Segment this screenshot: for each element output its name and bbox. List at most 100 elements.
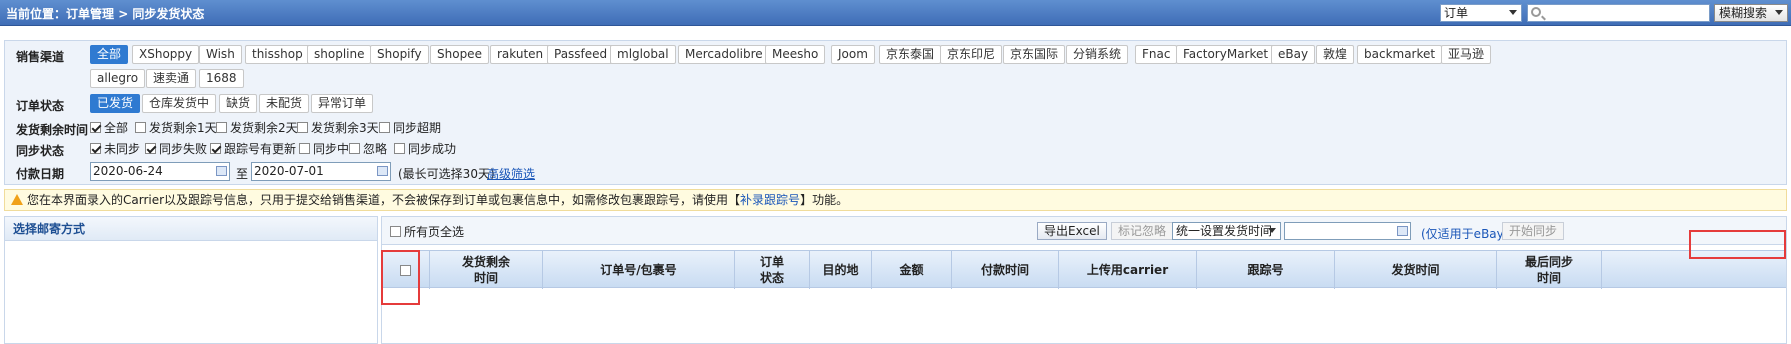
status-chip[interactable]: 未配货 bbox=[259, 94, 310, 113]
channel-chip[interactable]: 1688 bbox=[199, 69, 244, 88]
sync-checkbox[interactable]: 未同步 bbox=[90, 142, 140, 156]
filter-panel: 销售渠道 全部 XShoppy Wish thisshop shopline S… bbox=[4, 40, 1787, 185]
export-excel-button[interactable]: 导出Excel bbox=[1037, 222, 1107, 240]
status-label: 订单状态 bbox=[16, 99, 65, 113]
remaining-option-label: 发货剩余2天 bbox=[230, 121, 298, 135]
channel-chip[interactable]: allegro bbox=[90, 69, 146, 88]
calendar-icon bbox=[377, 166, 388, 176]
checkbox-checked-icon bbox=[90, 143, 101, 154]
remaining-checkbox[interactable]: 同步超期 bbox=[379, 121, 441, 135]
remaining-checkbox[interactable]: 发货剩余2天 bbox=[216, 121, 298, 135]
channel-chip[interactable]: Joom bbox=[831, 45, 875, 64]
sync-checkbox[interactable]: 同步失败 bbox=[145, 142, 207, 156]
sync-checkbox[interactable]: 跟踪号有更新 bbox=[210, 142, 296, 156]
channel-chip[interactable]: 京东印尼 bbox=[940, 45, 1003, 64]
highlight-select-all-box bbox=[381, 250, 420, 305]
fuzzy-search-select[interactable]: 模糊搜索 bbox=[1714, 4, 1788, 22]
breadcrumb-path: 订单管理 > 同步发货状态 bbox=[66, 7, 205, 21]
shipping-method-panel: 选择邮寄方式 bbox=[4, 216, 378, 344]
sync-option-label: 同步失败 bbox=[159, 142, 208, 156]
date-to-value: 2020-07-01 bbox=[254, 164, 324, 178]
channel-chip[interactable]: XShoppy bbox=[132, 45, 200, 64]
date-to-input[interactable]: 2020-07-01 bbox=[251, 162, 391, 181]
channel-chip[interactable]: Fnac bbox=[1135, 45, 1178, 64]
date-hint: (最长可选择30天) bbox=[398, 167, 495, 181]
channel-chip[interactable]: shopline bbox=[307, 45, 372, 64]
channel-chip[interactable]: backmarket bbox=[1357, 45, 1443, 64]
column-header: 最后同步 时间 bbox=[1497, 251, 1602, 289]
remaining-option-label: 同步超期 bbox=[393, 121, 442, 135]
channel-chip[interactable]: 亚马逊 bbox=[1441, 45, 1492, 64]
calendar-icon bbox=[1397, 226, 1408, 236]
table-header: 发货剩余 时间 订单号/包裹号 订单 状态 目的地 金额 付款时间 上传用car… bbox=[382, 250, 1786, 289]
mark-ignore-button[interactable]: 标记忽略 bbox=[1111, 222, 1174, 240]
supplement-tracking-link[interactable]: 补录跟踪号 bbox=[740, 193, 800, 207]
shipping-method-title: 选择邮寄方式 bbox=[5, 217, 377, 241]
date-from-input[interactable]: 2020-06-24 bbox=[90, 162, 230, 181]
date-to-label: 至 bbox=[236, 167, 249, 181]
checkbox-icon bbox=[216, 122, 227, 133]
date-from-value: 2020-06-24 bbox=[93, 164, 163, 178]
channel-chip[interactable]: eBay bbox=[1271, 45, 1316, 64]
chevron-down-icon bbox=[1268, 228, 1276, 233]
channel-chip[interactable]: 京东泰国 bbox=[879, 45, 942, 64]
channel-chip[interactable]: 分销系统 bbox=[1066, 45, 1129, 64]
channel-chip[interactable]: Shopee bbox=[430, 45, 489, 64]
checkbox-icon bbox=[297, 122, 308, 133]
search-type-value: 订单 bbox=[1444, 6, 1469, 20]
top-bar: 当前位置：订单管理 > 同步发货状态 订单 模糊搜索 bbox=[0, 0, 1791, 26]
sync-option-label: 同步成功 bbox=[408, 142, 457, 156]
sync-checkbox[interactable]: 忽略 bbox=[349, 142, 387, 156]
ebay-only-note: (仅适用于eBay) bbox=[1421, 227, 1509, 241]
channel-chip[interactable]: thisshop bbox=[245, 45, 310, 64]
channel-chip[interactable]: 速卖通 bbox=[146, 69, 197, 88]
channel-chip[interactable]: Wish bbox=[199, 45, 242, 64]
fuzzy-search-label: 模糊搜索 bbox=[1719, 6, 1768, 20]
status-chip[interactable]: 已发货 bbox=[90, 94, 141, 113]
channel-chip[interactable]: 敦煌 bbox=[1316, 45, 1355, 64]
status-chip[interactable]: 缺货 bbox=[219, 94, 258, 113]
channel-chip[interactable]: mlglobal bbox=[610, 45, 676, 64]
remaining-checkbox[interactable]: 全部 bbox=[90, 121, 128, 135]
warning-banner: 您在本界面录入的Carrier以及跟踪号信息，只用于提交给销售渠道，不会被保存到… bbox=[4, 189, 1787, 211]
channel-chip[interactable]: 全部 bbox=[90, 45, 129, 64]
ship-time-input[interactable] bbox=[1284, 222, 1411, 240]
checkbox-icon bbox=[394, 143, 405, 154]
sync-checkbox[interactable]: 同步中 bbox=[299, 142, 349, 156]
advanced-filter-link[interactable]: 高级筛选 bbox=[487, 165, 535, 182]
channel-chip[interactable]: Passfeed bbox=[547, 45, 615, 64]
select-all-pages-label: 所有页全选 bbox=[404, 225, 465, 239]
remaining-checkbox[interactable]: 发货剩余3天 bbox=[297, 121, 379, 135]
search-input[interactable] bbox=[1527, 4, 1710, 22]
checkbox-icon bbox=[379, 122, 390, 133]
sync-option-label: 跟踪号有更新 bbox=[224, 142, 297, 156]
search-type-select[interactable]: 订单 bbox=[1440, 4, 1522, 22]
channel-chip[interactable]: Shopify bbox=[370, 45, 429, 64]
column-header: 订单 状态 bbox=[735, 251, 810, 289]
select-all-pages-checkbox[interactable]: 所有页全选 bbox=[390, 225, 464, 239]
channel-chip[interactable]: Meesho bbox=[765, 45, 826, 64]
channel-chip[interactable]: FactoryMarket bbox=[1176, 45, 1276, 64]
pay-date-label: 付款日期 bbox=[16, 167, 65, 181]
column-header: 跟踪号 bbox=[1197, 251, 1335, 289]
warning-text-before: 您在本界面录入的Carrier以及跟踪号信息，只用于提交给销售渠道，不会被保存到… bbox=[27, 193, 741, 207]
channel-chip[interactable]: rakuten bbox=[490, 45, 551, 64]
sync-label: 同步状态 bbox=[16, 144, 65, 158]
highlight-start-sync-box bbox=[1689, 230, 1786, 259]
channel-chip[interactable]: Mercadolibre bbox=[678, 45, 770, 64]
start-sync-button[interactable]: 开始同步 bbox=[1502, 222, 1565, 240]
orders-toolbar: 所有页全选 导出Excel 标记忽略 统一设置发货时间 (仅适用于eBay) 开… bbox=[382, 217, 1786, 245]
ship-time-select[interactable]: 统一设置发货时间 bbox=[1172, 222, 1281, 240]
ship-time-select-value: 统一设置发货时间 bbox=[1176, 224, 1273, 238]
status-chip[interactable]: 仓库发货中 bbox=[142, 94, 217, 113]
warning-text-after: 】功能。 bbox=[800, 193, 849, 207]
sync-option-label: 忽略 bbox=[363, 142, 388, 156]
sync-checkbox[interactable]: 同步成功 bbox=[394, 142, 456, 156]
search-icon bbox=[1531, 7, 1541, 17]
breadcrumb: 当前位置：订单管理 > 同步发货状态 bbox=[6, 5, 204, 22]
remaining-checkbox[interactable]: 发货剩余1天 bbox=[135, 121, 217, 135]
column-header: 目的地 bbox=[810, 251, 872, 289]
status-chip[interactable]: 异常订单 bbox=[311, 94, 374, 113]
column-header: 付款时间 bbox=[952, 251, 1059, 289]
channel-chip[interactable]: 京东国际 bbox=[1003, 45, 1066, 64]
